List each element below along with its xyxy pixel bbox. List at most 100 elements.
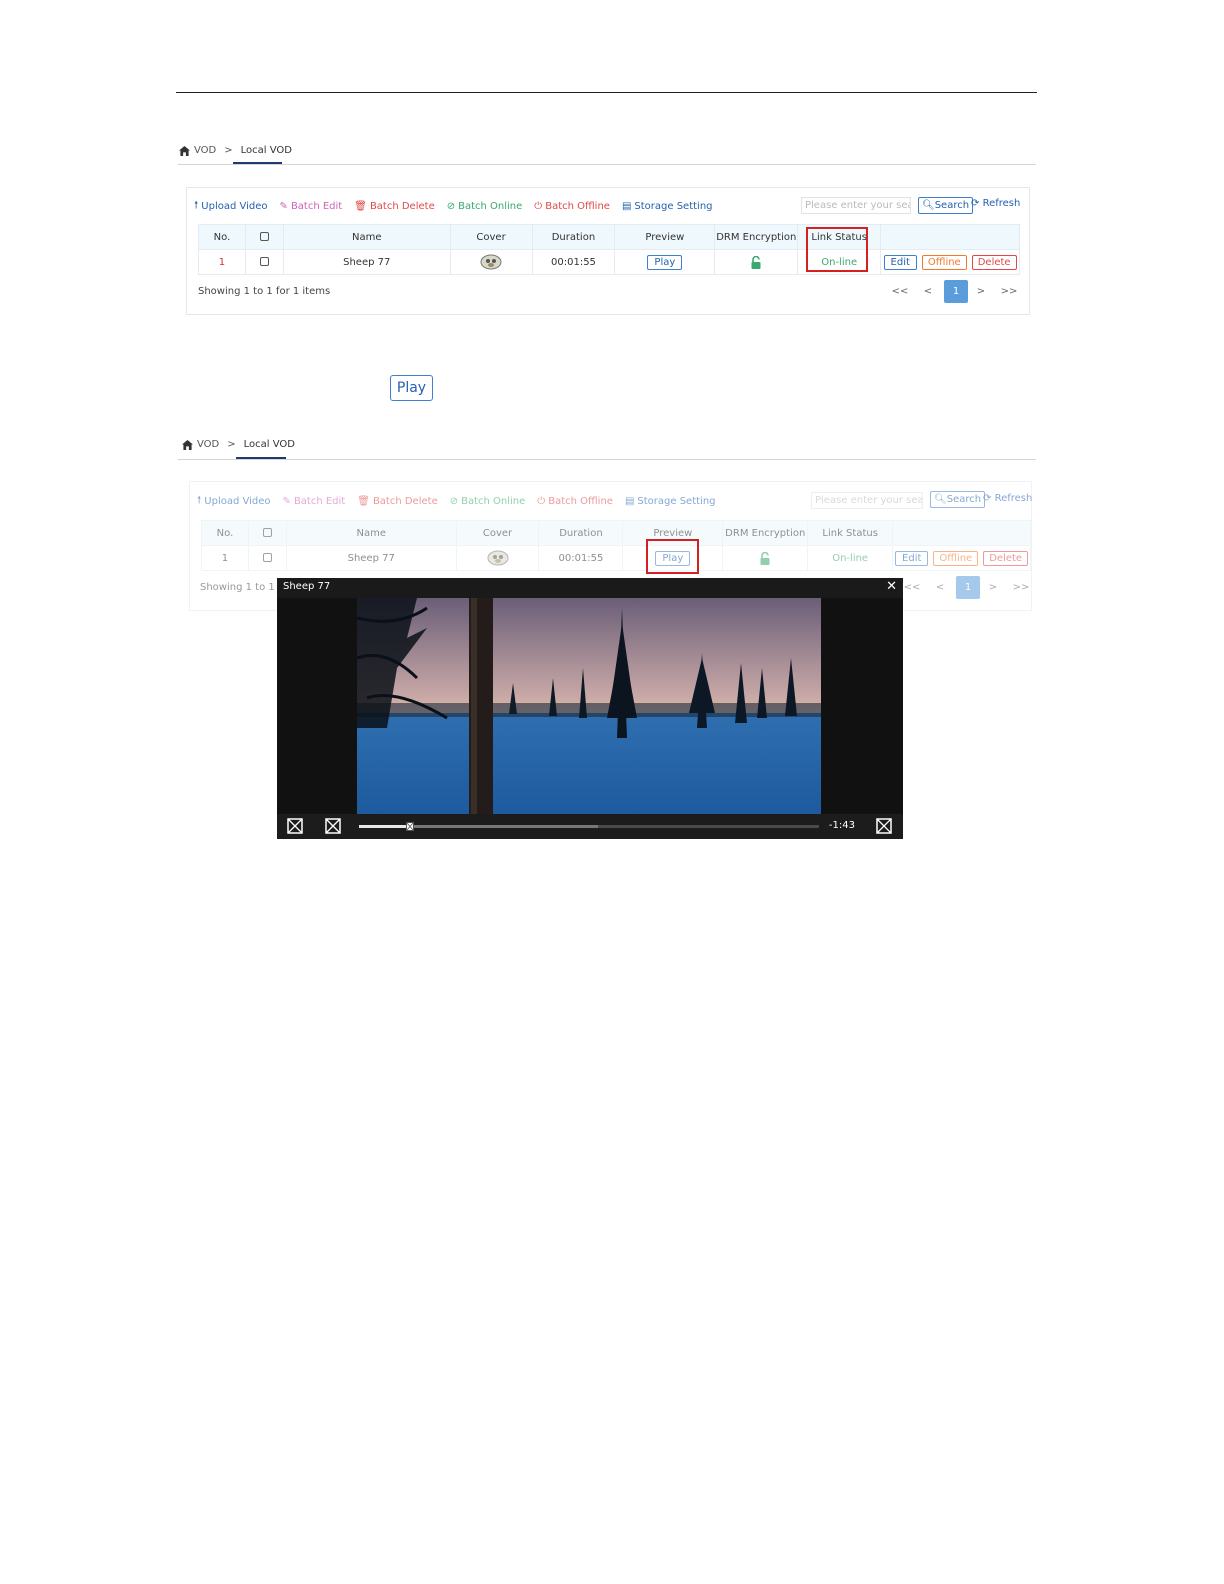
row-no: 1 [201,545,249,571]
batch-delete-button[interactable]: 🗑 Batch Delete [357,496,437,507]
header-no[interactable]: No. [198,224,246,250]
page-header-rule [176,92,1037,93]
trash-icon: 🗑 [354,201,367,212]
batch-edit-button[interactable]: ✎ Batch Edit [283,496,346,507]
search-button[interactable]: 🔍︎Search [918,197,974,214]
batch-online-button[interactable]: ⊘ Batch Online [447,201,523,212]
select-all-checkbox[interactable] [262,528,272,537]
breadcrumb-divider-2 [178,459,1036,460]
batch-delete-button[interactable]: 🗑 Batch Delete [354,201,434,212]
link-status-highlight [806,227,868,272]
page-last[interactable]: >> [997,286,1021,297]
online-status: On-line [832,552,869,564]
row-actions: Edit Offline Delete [880,249,1020,275]
play-highlight [646,539,699,574]
page-prev[interactable]: < [928,582,952,593]
upload-video-button[interactable]: 🠕 Upload Video [197,493,271,510]
search-input[interactable]: Please enter your search [811,492,923,509]
page-current[interactable]: 1 [944,280,968,303]
header-duration[interactable]: Duration [538,520,624,546]
check-circle-icon: ⊘ [449,496,459,507]
header-link-status: Link Status [807,520,894,546]
progress-handle-icon[interactable] [405,822,414,831]
breadcrumb-root[interactable]: VOD [197,439,219,450]
table-row: 1 Sheep 77 00:01:55 Play On-line Edit Off… [198,249,1020,275]
row-checkbox[interactable] [262,553,272,562]
breadcrumb-separator: > [227,439,236,450]
page-current[interactable]: 1 [956,576,980,599]
row-select[interactable] [244,249,284,275]
upload-video-button[interactable]: 🠕 Upload Video [194,198,268,215]
volume-icon[interactable] [325,818,341,834]
page-next[interactable]: > [969,286,993,297]
storage-setting-button[interactable]: ▤ Storage Setting [622,201,713,212]
play-pause-icon[interactable] [287,818,303,834]
trash-icon: 🗑 [357,496,370,507]
row-drm [722,545,809,571]
header-name[interactable]: Name [282,224,451,250]
play-button[interactable]: Play [647,254,683,270]
table-header-row: No. Name Cover Duration Preview DRM Encr… [198,224,1020,250]
batch-offline-button[interactable]: ⏻ Batch Offline [534,201,610,212]
video-frame[interactable] [357,598,821,814]
upload-arrow-icon: 🠕 [194,200,199,211]
refresh-button[interactable]: ⟳ Refresh [971,198,1020,209]
breadcrumb-separator: > [224,145,233,156]
play-button-enlarged[interactable]: Play [390,375,433,401]
batch-online-label: Batch Online [458,201,523,212]
power-icon: ⏻ [537,496,546,507]
header-select-all[interactable] [244,224,284,250]
row-actions: Edit Offline Delete [892,545,1031,571]
batch-edit-label: Batch Edit [290,201,343,212]
header-no[interactable]: No. [201,520,249,546]
pencil-icon: ✎ [282,496,291,507]
storage-icon: ▤ [624,496,635,507]
page-first[interactable]: << [900,582,924,593]
storage-setting-button[interactable]: ▤ Storage Setting [625,496,716,507]
header-select-all[interactable] [247,520,287,546]
search-button-label: Search [946,494,982,505]
edit-button[interactable]: Edit [883,254,917,270]
batch-offline-label: Batch Offline [548,496,613,507]
batch-delete-label: Batch Delete [372,496,438,507]
sheep-cover-icon [487,550,509,566]
progress-fill [359,825,410,828]
search-icon: 🔍︎ [922,200,935,211]
row-name: Sheep 77 [285,545,457,571]
row-duration: 00:01:55 [531,249,616,275]
delete-button[interactable]: Delete [983,550,1029,566]
breadcrumb-active-underline-2 [236,457,286,459]
page-next[interactable]: > [981,582,1005,593]
fullscreen-icon[interactable] [876,818,892,834]
breadcrumb-root[interactable]: VOD [194,145,216,156]
storage-icon: ▤ [621,201,632,212]
row-cover [455,545,540,571]
page-first[interactable]: << [888,286,912,297]
search-input[interactable]: Please enter your search [801,197,911,214]
offline-button[interactable]: Offline [921,254,967,270]
header-name[interactable]: Name [285,520,457,546]
row-checkbox[interactable] [259,257,269,266]
storage-setting-label: Storage Setting [634,201,713,212]
search-button-label: Search [934,200,970,211]
edit-button[interactable]: Edit [895,550,929,566]
batch-offline-button[interactable]: ⏻ Batch Offline [537,496,613,507]
player-title-bar: Sheep 77 ✕ [277,578,903,598]
select-all-checkbox[interactable] [259,232,269,241]
page-last[interactable]: >> [1009,582,1033,593]
offline-button[interactable]: Offline [933,550,979,566]
batch-online-button[interactable]: ⊘ Batch Online [450,496,526,507]
page-prev[interactable]: < [916,286,940,297]
delete-button[interactable]: Delete [971,254,1017,270]
row-select[interactable] [247,545,287,571]
batch-edit-button[interactable]: ✎ Batch Edit [280,201,343,212]
close-icon[interactable]: ✕ [886,579,897,594]
search-button[interactable]: 🔍︎Search [930,491,986,508]
row-cover [449,249,533,275]
progress-bar[interactable] [359,822,819,831]
header-duration[interactable]: Duration [531,224,616,250]
breadcrumb-current: Local VOD [243,439,295,450]
table-header-row: No. Name Cover Duration Preview DRM Encr… [201,520,1031,546]
breadcrumb-current: Local VOD [240,145,292,156]
refresh-button[interactable]: ⟳ Refresh [983,493,1032,504]
